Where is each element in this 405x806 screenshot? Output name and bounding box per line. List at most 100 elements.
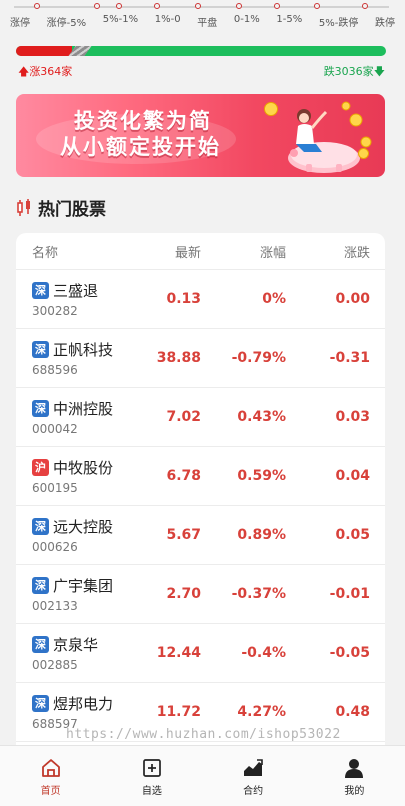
nav-item-home[interactable]: 首页 — [0, 746, 101, 806]
market-badge: 深 — [32, 636, 49, 653]
nav-label: 自选 — [141, 786, 162, 797]
market-badge: 深 — [32, 518, 49, 535]
stock-name-cell: 深 京泉华 002885 — [16, 634, 134, 672]
stock-pct: -0.79% — [231, 350, 286, 366]
distribution-tick — [34, 3, 40, 9]
candlestick-icon — [17, 198, 30, 216]
dist-label: 涨停-5% — [46, 18, 87, 29]
banner-line-1: 投资化繁为简 — [74, 109, 212, 133]
stock-price: 38.88 — [156, 350, 201, 366]
stock-name: 正帆科技 — [53, 341, 114, 359]
up-count: 🡅涨364家 — [18, 63, 72, 82]
stock-chg: 0.00 — [335, 291, 370, 307]
stock-name: 煜邦电力 — [53, 695, 114, 713]
stock-chg: 0.03 — [335, 409, 370, 425]
stock-price: 0.13 — [166, 291, 201, 307]
stock-price: 11.72 — [156, 704, 201, 720]
header-name: 名称 — [32, 245, 59, 261]
table-row[interactable]: 深 广宇集团 002133 2.70 -0.37% -0.01 — [16, 565, 385, 624]
nav-item-contract[interactable]: 合约 — [203, 746, 304, 806]
user-icon — [345, 759, 364, 778]
distribution-strip: 涨停 涨停-5% 5%-1% 1%-0 平盘 0-1% 1-5% 5%-跌停 跌… — [0, 0, 405, 36]
header-price: 最新 — [174, 245, 201, 261]
chart-trend-icon — [244, 759, 263, 776]
stock-name: 中洲控股 — [53, 400, 114, 418]
table-row[interactable]: 深 京泉华 002885 12.44 -0.4% -0.05 — [16, 624, 385, 683]
piggy-bank-illustration — [288, 101, 372, 173]
stock-pct: 0% — [262, 291, 286, 307]
coin-icon — [264, 102, 278, 116]
stock-pct: -0.37% — [231, 586, 286, 602]
dist-label: 5%-1% — [102, 14, 139, 25]
dist-label: 5%-跌停 — [318, 18, 359, 29]
stock-name: 中牧股份 — [53, 459, 114, 477]
bottom-nav: 首页 自选 合约 我的 — [0, 745, 405, 806]
stock-name: 广宇集团 — [53, 577, 114, 595]
stock-code: 002885 — [32, 658, 78, 672]
stock-name-cell: 沪 中牧股份 600195 — [16, 457, 134, 495]
stock-name-cell: 深 正帆科技 688596 — [16, 339, 134, 377]
banner-text: 投资化繁为简 从小额定投开始 — [60, 108, 221, 160]
table-row[interactable]: 深 三盛退 300282 0.13 0% 0.00 — [16, 270, 385, 329]
market-badge: 深 — [32, 282, 49, 299]
stock-name-cell: 深 广宇集团 002133 — [16, 575, 134, 613]
table-header: 名称 最新 涨幅 涨跌 — [16, 233, 385, 270]
dist-label: 0-1% — [233, 14, 260, 25]
up-count-label: 涨364家 — [29, 65, 73, 78]
section-title-text: 热门股票 — [38, 200, 106, 220]
distribution-tick — [362, 3, 368, 9]
stock-price: 5.67 — [166, 527, 201, 543]
stock-code: 000042 — [32, 422, 78, 436]
stock-name-cell: 深 三盛退 300282 — [16, 280, 134, 318]
table-row[interactable]: 深 远大控股 000626 5.67 0.89% 0.05 — [16, 506, 385, 565]
distribution-tick — [195, 3, 201, 9]
stock-chg: -0.05 — [329, 645, 370, 661]
nav-item-profile[interactable]: 我的 — [304, 746, 405, 806]
header-pct: 涨幅 — [259, 245, 286, 261]
distribution-tick — [154, 3, 160, 9]
dist-label: 涨停 — [10, 18, 30, 29]
stock-price: 7.02 — [166, 409, 201, 425]
distribution-labels: 涨停 涨停-5% 5%-1% 1%-0 平盘 0-1% 1-5% 5%-跌停 跌… — [10, 14, 395, 29]
table-row[interactable]: 沪 中牧股份 600195 6.78 0.59% 0.04 — [16, 447, 385, 506]
stock-name-cell: 深 煜邦电力 688597 — [16, 693, 134, 731]
nav-item-watchlist[interactable]: 自选 — [101, 746, 202, 806]
coin-icon — [358, 148, 369, 159]
hot-stocks-card: 名称 最新 涨幅 涨跌 深 三盛退 300282 0.13 0% 0.00 深 … — [16, 233, 385, 773]
stock-pct: -0.4% — [241, 645, 286, 661]
stock-pct: 4.27% — [237, 704, 286, 720]
stock-name: 远大控股 — [53, 518, 114, 536]
stock-price: 12.44 — [156, 645, 201, 661]
banner-line-2: 从小额定投开始 — [60, 135, 221, 159]
stock-pct: 0.89% — [237, 527, 286, 543]
home-icon — [41, 759, 60, 777]
nav-label: 合约 — [243, 786, 264, 797]
distribution-axis — [14, 6, 389, 8]
watermark-text: https://www.huzhan.com/ishop53022 — [66, 727, 341, 742]
promo-banner[interactable]: 投资化繁为简 从小额定投开始 — [16, 94, 385, 177]
table-row[interactable]: 深 正帆科技 688596 38.88 -0.79% -0.31 — [16, 329, 385, 388]
add-watchlist-icon — [143, 759, 161, 777]
dist-label: 跌停 — [374, 18, 395, 29]
arrow-down-icon: 🡇 — [373, 65, 385, 78]
dist-label: 平盘 — [197, 18, 218, 29]
distribution-tick — [314, 3, 320, 9]
stock-price: 6.78 — [166, 468, 201, 484]
stock-name-cell: 深 中洲控股 000042 — [16, 398, 134, 436]
market-badge: 深 — [32, 695, 49, 712]
stock-name-cell: 深 远大控股 000626 — [16, 516, 134, 554]
nav-label: 首页 — [40, 786, 61, 797]
stock-chg: -0.01 — [329, 586, 370, 602]
up-ratio-fill — [16, 46, 72, 56]
stock-code: 300282 — [32, 304, 78, 318]
arrow-up-icon: 🡅 — [18, 65, 30, 78]
distribution-tick — [236, 3, 242, 9]
stock-pct: 0.59% — [237, 468, 286, 484]
table-row[interactable]: 深 中洲控股 000042 7.02 0.43% 0.03 — [16, 388, 385, 447]
stock-price: 2.70 — [166, 586, 201, 602]
nav-label: 我的 — [344, 786, 365, 797]
stock-chg: 0.04 — [335, 468, 370, 484]
stock-code: 000626 — [32, 540, 78, 554]
distribution-tick — [116, 3, 122, 9]
market-badge: 沪 — [32, 459, 49, 476]
